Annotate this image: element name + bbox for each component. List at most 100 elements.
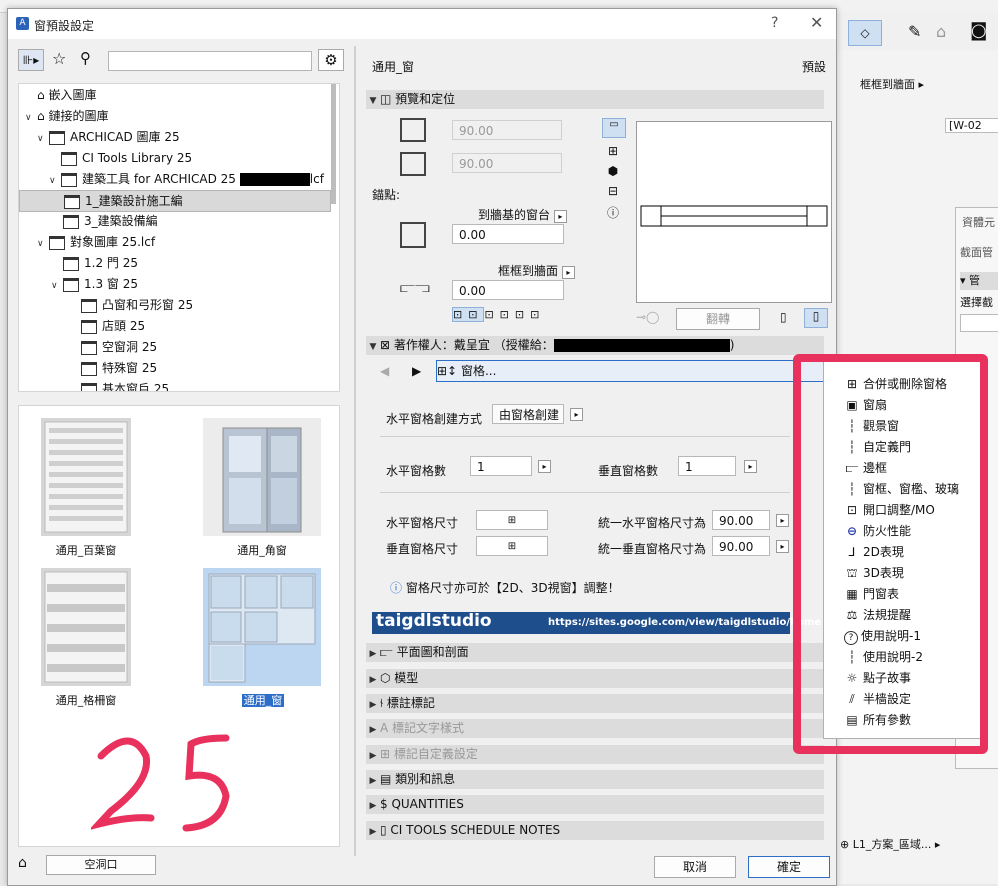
section-schedule-notes[interactable]: ▶ ▯ CI TOOLS SCHEDULE NOTES	[366, 821, 824, 840]
close-button[interactable]: ✕	[810, 13, 823, 32]
thumb-grille-window[interactable]	[41, 568, 131, 686]
bg-view-tab[interactable]: [W-02	[945, 118, 998, 133]
width-field[interactable]: 90.00	[452, 120, 562, 140]
tree-item-object-library[interactable]: ∨ 對象圖庫 25.lcf	[37, 232, 155, 252]
anchor-center-icon[interactable]: ⊡⊡	[452, 307, 485, 322]
tree-item-label: 空窗洞 25	[102, 340, 158, 354]
elevation-view-icon[interactable]: ⊟	[602, 184, 624, 198]
tree-item-linked[interactable]: ∨ ⌂ 鏈接的圖庫	[25, 106, 108, 126]
3d-view-icon[interactable]: ⬢	[602, 164, 624, 178]
tree-item-special-windows[interactable]: 特殊窗 25	[81, 358, 157, 378]
sill-to-wall-label[interactable]: 到牆基的窗台 ▸	[478, 206, 567, 223]
section-view-icon[interactable]: ⊞	[602, 144, 624, 158]
chevron-right-icon[interactable]: ▸	[538, 460, 551, 473]
chevron-down-icon[interactable]: ∨	[37, 234, 49, 254]
toolbar-brush-icon[interactable]: ✎	[908, 22, 921, 41]
title-bar	[8, 9, 836, 39]
tree-item-ci-tools[interactable]: CI Tools Library 25	[49, 148, 192, 168]
mirror-right-icon[interactable]: ▯	[804, 308, 828, 328]
cancel-button[interactable]: 取消	[654, 856, 736, 878]
search-icon[interactable]: ⚲	[80, 49, 91, 67]
library-view-button[interactable]: ⊪▸	[18, 49, 44, 71]
mirror-left-icon[interactable]: ▯	[780, 310, 787, 324]
page-selector[interactable]: ⊞↕ 窗格...	[436, 360, 836, 382]
frame-field[interactable]: 0.00	[452, 280, 564, 300]
frame-to-wall-label[interactable]: 框框到牆面 ▸	[498, 262, 575, 279]
sill-to-wall-text: 到牆基的窗台	[478, 208, 551, 222]
tree-item-bay-windows[interactable]: 凸窗和弓形窗 25	[81, 295, 193, 315]
bg-side-tab[interactable]: 截面管	[960, 244, 993, 260]
toolbar-camera-icon[interactable]: ◙	[970, 20, 987, 41]
flip-button[interactable]: 翻轉	[676, 308, 760, 330]
plan-view-icon[interactable]: ▭	[602, 118, 626, 138]
section-preview-positioning[interactable]: ▼ ◫ 預覽和定位	[366, 90, 824, 109]
height-field[interactable]: 90.00	[452, 153, 562, 173]
tree-item-shopfront[interactable]: 店頭 25	[81, 316, 145, 336]
section-marker-custom[interactable]: ▶ ⊞ 標記自定義設定	[366, 745, 824, 764]
search-input[interactable]	[108, 51, 312, 71]
uniform-v-label: 統一垂直窗格尺寸為	[598, 542, 707, 556]
tree-item-label: 建築工具 for ARCHICAD 25	[82, 172, 236, 186]
chevron-right-icon[interactable]: ▸	[776, 514, 789, 527]
page-next-button[interactable]: ▶	[412, 364, 421, 378]
chevron-down-icon[interactable]: ∨	[37, 129, 49, 149]
v-grid-size-button[interactable]: ⊞	[476, 536, 548, 556]
favorites-star-icon[interactable]: ☆	[52, 49, 66, 68]
empty-opening-button[interactable]: 空洞口	[46, 855, 156, 875]
tree-item-windows[interactable]: ∨ 1.3 窗 25	[51, 274, 138, 294]
h-grid-method-label: 水平窗格創建方式	[386, 412, 483, 426]
ok-button[interactable]: 確定	[748, 856, 830, 878]
chevron-right-icon[interactable]: ▸	[744, 460, 757, 473]
tree-item-empty-openings[interactable]: 空窗洞 25	[81, 337, 157, 357]
toolbar-stamp-icon[interactable]: ⌂	[936, 22, 946, 41]
tree-item-label: 店頭 25	[102, 319, 146, 333]
tree-item-building-tools[interactable]: ∨ 建築工具 for ARCHICAD 25 lcf	[49, 169, 324, 189]
section-author[interactable]: ▼ ⊠ 著作權人：戴呈宜 （授權給：)	[366, 336, 824, 355]
library-tree[interactable]: ⌂ 嵌入圖庫 ∨ ⌂ 鏈接的圖庫 ∨ ARCHICAD 圖庫 25 CI Tools…	[18, 83, 340, 392]
section-quantities[interactable]: ▶ $ QUANTITIES	[366, 795, 824, 814]
tree-item-label: 對象圖庫 25.lcf	[70, 235, 156, 249]
panel-splitter[interactable]	[354, 46, 356, 856]
grid-icon: ⊞↕	[437, 364, 461, 378]
bg-footer-status[interactable]: ⊕ L1_方案_區域... ▸	[840, 836, 940, 852]
anchor-buttons[interactable]: ⊡⊡⊡⊡⊡⊡	[452, 307, 545, 322]
page-prev-button[interactable]: ◀	[380, 364, 389, 378]
chevron-down-icon[interactable]: ∨	[51, 276, 63, 296]
tree-item-archicad-library[interactable]: ∨ ARCHICAD 圖庫 25	[37, 127, 180, 147]
h-grid-count-field[interactable]: 1	[470, 456, 532, 476]
h-grid-method-select[interactable]: 由窗格創建	[492, 404, 564, 424]
sill-field[interactable]: 0.00	[452, 224, 564, 244]
uniform-h-field[interactable]: 90.00	[712, 510, 770, 530]
tree-item-embedded[interactable]: ⌂ 嵌入圖庫	[25, 85, 96, 105]
tree-item-equipment[interactable]: 3_建築設備編	[63, 211, 158, 231]
toolbar-tool-icon[interactable]: ◇	[848, 20, 882, 46]
tree-item-selected[interactable]: 1_建築設計施工編	[19, 190, 331, 212]
bg-frame-to-wall-label: 框框到牆面	[860, 78, 915, 91]
tree-item-basic-windows[interactable]: 基本窗戶 25	[81, 379, 169, 391]
help-button[interactable]: ?	[771, 15, 778, 31]
settings-gear-icon[interactable]: ⚙	[318, 49, 344, 71]
chevron-down-icon[interactable]: ∨	[25, 108, 37, 128]
chevron-right-icon[interactable]: ▸	[776, 540, 789, 553]
v-grid-size-label: 垂直窗格尺寸	[386, 542, 459, 556]
uniform-v-field[interactable]: 90.00	[712, 536, 770, 556]
v-grid-count-field[interactable]: 1	[678, 456, 736, 476]
chevron-down-icon[interactable]: ∨	[49, 171, 61, 191]
section-plan-section[interactable]: ▶ ⫍ 平面圖和剖面	[366, 643, 824, 662]
tree-scrollbar[interactable]	[331, 84, 336, 204]
section-classification[interactable]: ▶ ▤ 類別和訊息	[366, 770, 824, 789]
thumb-corner-window[interactable]	[203, 418, 321, 536]
section-dimension-marker[interactable]: ▶ ⫮ 標註標記	[366, 694, 824, 713]
info-icon[interactable]: ⓘ	[602, 204, 624, 221]
thumb-generic-window-selected[interactable]	[203, 568, 321, 686]
bg-side-value[interactable]: 0_	[960, 314, 998, 332]
v-grid-count-label: 垂直窗格數	[598, 464, 659, 478]
library-manager-icon[interactable]: ⌂	[18, 855, 27, 871]
section-marker-text[interactable]: ▶ A 標記文字樣式	[366, 719, 824, 738]
section-model[interactable]: ▶ ⬡ 模型	[366, 669, 824, 688]
thumb-louver-window[interactable]	[41, 418, 131, 536]
tree-item-label: 鏈接的圖庫	[48, 109, 109, 123]
tree-item-doors[interactable]: 1.2 門 25	[63, 253, 138, 273]
h-grid-size-button[interactable]: ⊞	[476, 510, 548, 530]
chevron-right-icon[interactable]: ▸	[570, 408, 583, 421]
